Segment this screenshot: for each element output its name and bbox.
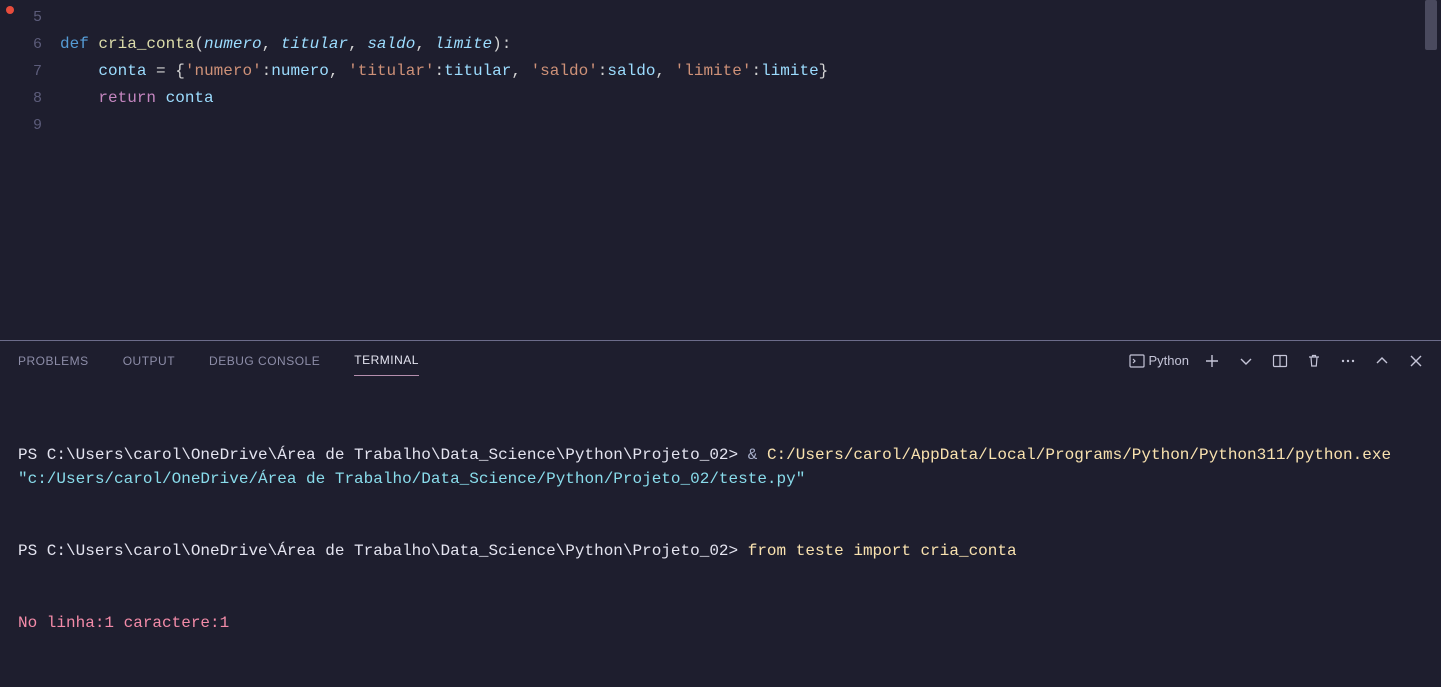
terminal-line: PS C:\Users\carol\OneDrive\Área de Traba… (18, 443, 1423, 491)
terminal-icon (1129, 353, 1145, 369)
split-terminal-button[interactable] (1269, 350, 1291, 372)
trash-icon (1306, 353, 1322, 369)
close-panel-button[interactable] (1405, 350, 1427, 372)
new-terminal-button[interactable] (1201, 350, 1223, 372)
line-number: 7 (0, 58, 60, 85)
plus-icon (1204, 353, 1220, 369)
terminal-line: PS C:\Users\carol\OneDrive\Área de Traba… (18, 539, 1423, 563)
code-line[interactable] (60, 4, 1441, 31)
chevron-up-icon (1374, 353, 1390, 369)
code-editor[interactable]: 56789 def cria_conta(numero, titular, sa… (0, 0, 1441, 340)
tab-output[interactable]: OUTPUT (123, 346, 175, 376)
line-number: 8 (0, 85, 60, 112)
close-icon (1408, 353, 1424, 369)
panel-tab-bar: PROBLEMS OUTPUT DEBUG CONSOLE TERMINAL P… (0, 341, 1441, 381)
code-line[interactable] (60, 112, 1441, 139)
maximize-panel-button[interactable] (1371, 350, 1393, 372)
scrollbar-thumb[interactable] (1425, 0, 1437, 50)
dirty-indicator (6, 6, 14, 14)
line-number: 6 (0, 31, 60, 58)
code-line[interactable]: def cria_conta(numero, titular, saldo, l… (60, 31, 1441, 58)
editor-scrollbar[interactable] (1425, 0, 1437, 340)
chevron-down-icon (1238, 353, 1254, 369)
panel-actions: Python (1129, 350, 1427, 372)
line-number: 9 (0, 112, 60, 139)
tab-debug-console[interactable]: DEBUG CONSOLE (209, 346, 320, 376)
terminal-error-line: No linha:1 caractere:1 (18, 611, 1423, 635)
more-actions-button[interactable] (1337, 350, 1359, 372)
ellipsis-icon (1340, 353, 1356, 369)
terminal-split-dropdown[interactable] (1235, 350, 1257, 372)
kill-terminal-button[interactable] (1303, 350, 1325, 372)
terminal-error-line: + from teste import cria_conta (18, 683, 1423, 687)
terminal-profile-selector[interactable]: Python (1129, 353, 1189, 369)
code-line[interactable]: conta = {'numero':numero, 'titular':titu… (60, 58, 1441, 85)
terminal-output[interactable]: PS C:\Users\carol\OneDrive\Área de Traba… (0, 381, 1441, 687)
code-content[interactable]: def cria_conta(numero, titular, saldo, l… (60, 0, 1441, 340)
terminal-profile-label: Python (1149, 353, 1189, 368)
tab-problems[interactable]: PROBLEMS (18, 346, 89, 376)
split-panel-icon (1272, 353, 1288, 369)
code-line[interactable]: return conta (60, 85, 1441, 112)
line-number-gutter: 56789 (0, 0, 60, 340)
tab-terminal[interactable]: TERMINAL (354, 345, 419, 376)
